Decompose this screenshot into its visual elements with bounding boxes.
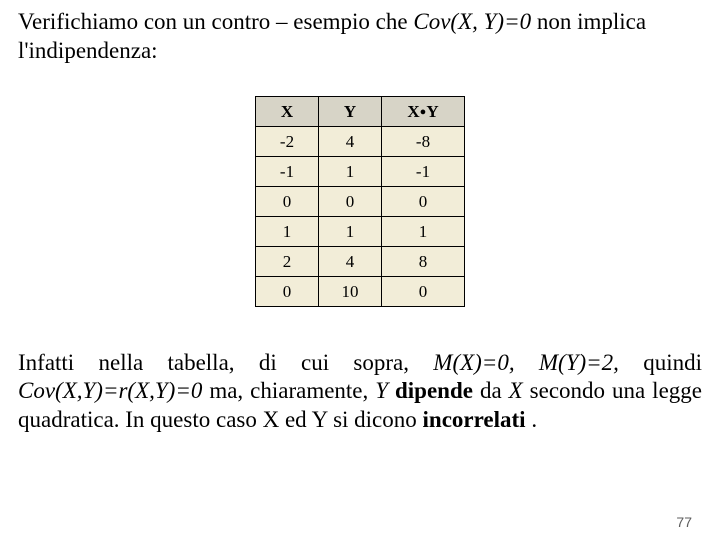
outro-yvar: Y [375, 378, 388, 403]
outro-text: Infatti nella tabella, di cui sopra, M(X… [18, 349, 702, 435]
outro-t6: . [526, 407, 538, 432]
outro-t1: Infatti nella tabella, di cui sopra, [18, 350, 433, 375]
outro-t2: quindi [619, 350, 702, 375]
cell-xy: 8 [382, 246, 465, 276]
cell-y: 4 [319, 246, 382, 276]
outro-t3: ma, chiaramente, [202, 378, 375, 403]
covariance-table: X Y X●Y -2 4 -8 -1 1 -1 0 0 0 1 1 [255, 96, 465, 307]
intro-text: Verifichiamo con un contro – esempio che… [18, 8, 702, 66]
cell-xy: -8 [382, 126, 465, 156]
cell-xy: 1 [382, 216, 465, 246]
table-container: X Y X●Y -2 4 -8 -1 1 -1 0 0 0 1 1 [18, 96, 702, 307]
cell-xy: -1 [382, 156, 465, 186]
col-header-xy-x: X [407, 102, 419, 121]
table-row: 0 10 0 [256, 276, 465, 306]
outro-my: M(Y)=2, [539, 350, 619, 375]
table-header-row: X Y X●Y [256, 96, 465, 126]
cell-y: 10 [319, 276, 382, 306]
cell-y: 4 [319, 126, 382, 156]
cell-x: 0 [256, 276, 319, 306]
outro-sp2 [388, 378, 395, 403]
cell-xy: 0 [382, 186, 465, 216]
intro-cov: Cov(X, Y)=0 [413, 9, 531, 34]
outro-sp1 [515, 350, 539, 375]
cell-xy: 0 [382, 276, 465, 306]
cell-x: -2 [256, 126, 319, 156]
dot-icon: ● [420, 106, 427, 118]
col-header-xy-y: Y [426, 102, 438, 121]
cell-y: 0 [319, 186, 382, 216]
table-row: 0 0 0 [256, 186, 465, 216]
col-header-xy: X●Y [382, 96, 465, 126]
outro-inc: incorrelati [423, 407, 526, 432]
page-number: 77 [676, 514, 692, 530]
table-row: 1 1 1 [256, 216, 465, 246]
outro-t4: da [473, 378, 509, 403]
outro-xvar: X [509, 378, 523, 403]
cell-x: 0 [256, 186, 319, 216]
cell-y: 1 [319, 156, 382, 186]
col-header-y: Y [319, 96, 382, 126]
table-row: -2 4 -8 [256, 126, 465, 156]
cell-x: -1 [256, 156, 319, 186]
intro-lead: Verifichiamo con un contro – esempio che [18, 9, 413, 34]
outro-dep: dipende [395, 378, 473, 403]
cell-x: 2 [256, 246, 319, 276]
outro-cov: Cov(X,Y)=r(X,Y)=0 [18, 378, 202, 403]
col-header-x: X [256, 96, 319, 126]
table-row: 2 4 8 [256, 246, 465, 276]
outro-mx: M(X)=0, [433, 350, 514, 375]
cell-y: 1 [319, 216, 382, 246]
table-row: -1 1 -1 [256, 156, 465, 186]
cell-x: 1 [256, 216, 319, 246]
